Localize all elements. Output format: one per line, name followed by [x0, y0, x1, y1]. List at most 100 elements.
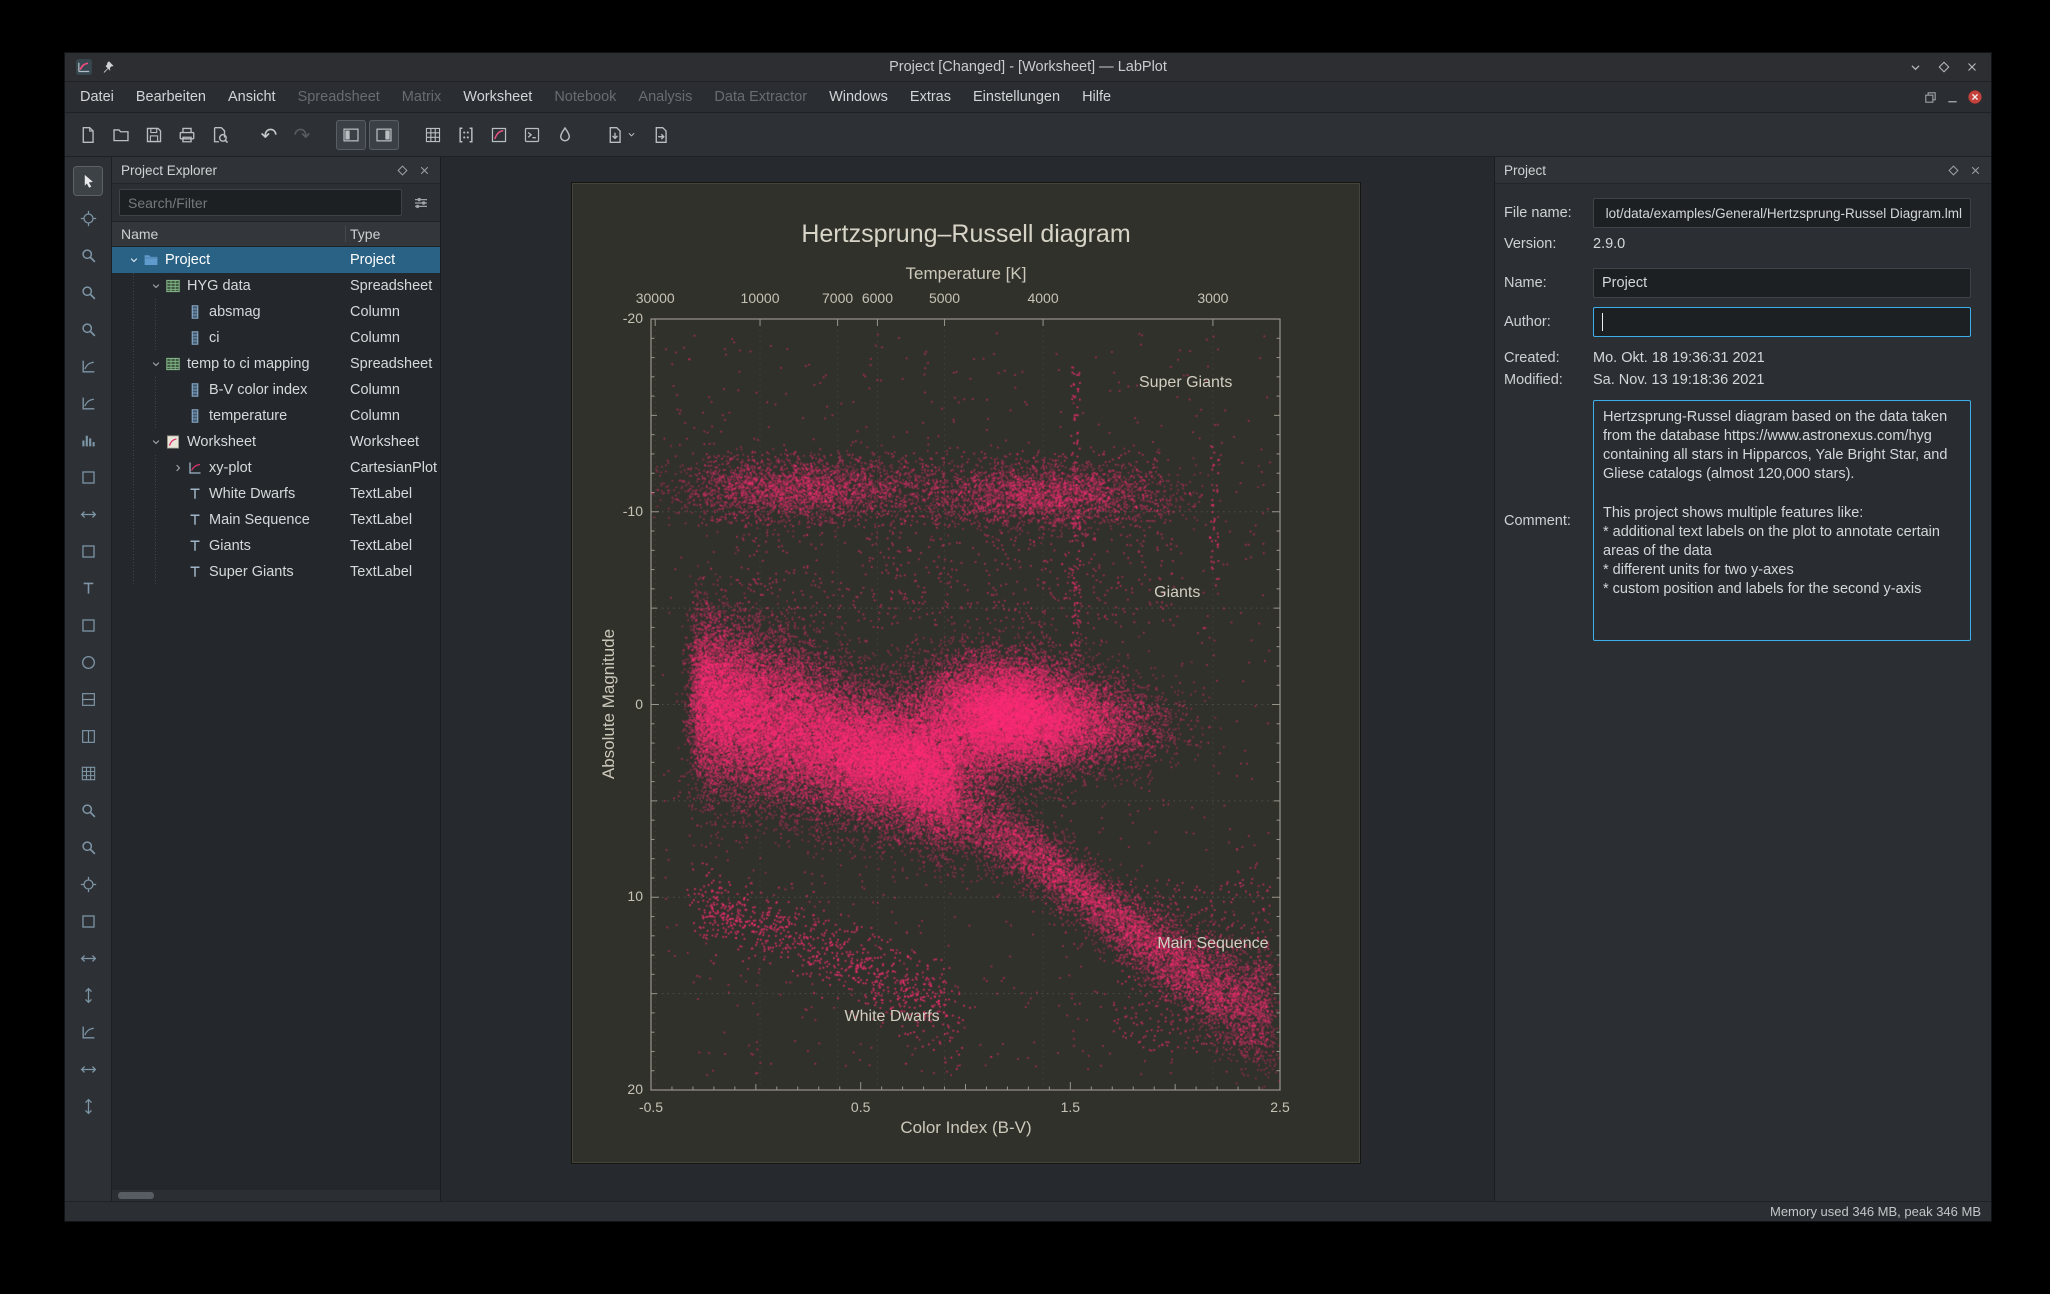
- toolbar-redo[interactable]: ↷: [287, 120, 317, 150]
- tool-add-legend-tool[interactable]: [74, 537, 102, 565]
- tool-add-curve-tool[interactable]: [74, 352, 102, 380]
- tree-row-ci[interactable]: ciColumn: [112, 325, 440, 351]
- explorer-horizontal-scrollbar[interactable]: [112, 1190, 440, 1201]
- expand-chevron[interactable]: [147, 434, 164, 451]
- menu-analysis: Analysis: [627, 82, 703, 112]
- tree-row-b-v-color-index[interactable]: B-V color indexColumn: [112, 377, 440, 403]
- expand-chevron[interactable]: [169, 460, 186, 477]
- menu-bearbeiten[interactable]: Bearbeiten: [125, 82, 217, 112]
- tool-zoom-fit-height-tool[interactable]: [74, 981, 102, 1009]
- expand-chevron[interactable]: [125, 252, 142, 269]
- properties-close-button[interactable]: [1969, 164, 1982, 177]
- tree-row-main-sequence[interactable]: Main SequenceTextLabel: [112, 507, 440, 533]
- tool-add-info-element-tool[interactable]: [74, 648, 102, 676]
- tree-row-temperature[interactable]: temperatureColumn: [112, 403, 440, 429]
- tool-zoom-out-tool[interactable]: [74, 833, 102, 861]
- menu-datei[interactable]: Datei: [69, 82, 125, 112]
- menu-ansicht[interactable]: Ansicht: [217, 82, 287, 112]
- tree-guide: [133, 455, 134, 481]
- tree-header[interactable]: Name Type: [112, 221, 440, 247]
- tool-zoom-fit-page-tool[interactable]: [74, 907, 102, 935]
- tool-add-equation-curve-tool[interactable]: [74, 389, 102, 417]
- expand-chevron[interactable]: [147, 278, 164, 295]
- comment-box[interactable]: Hertzsprung-Russel diagram based on the …: [1593, 400, 1971, 641]
- properties-float-button[interactable]: [1947, 164, 1960, 177]
- project-explorer-close-button[interactable]: [418, 164, 431, 177]
- window-maximize-button[interactable]: [1937, 60, 1951, 74]
- filter-options-icon[interactable]: [408, 190, 434, 216]
- worksheet-page[interactable]: Hertzsprung–Russell diagramTemperature […: [572, 183, 1360, 1163]
- menu-extras[interactable]: Extras: [899, 82, 962, 112]
- tree-row-absmag[interactable]: absmagColumn: [112, 299, 440, 325]
- file-name-input[interactable]: lot/data/examples/General/Hertzsprung-Ru…: [1593, 198, 1971, 228]
- scatter-canvas[interactable]: [651, 319, 1280, 1090]
- tree-row-giants[interactable]: GiantsTextLabel: [112, 533, 440, 559]
- plot-annotation-main-sequence[interactable]: Main Sequence: [1157, 935, 1268, 953]
- toolbar-print-preview[interactable]: [205, 120, 235, 150]
- tool-add-image-tool[interactable]: [74, 611, 102, 639]
- toolbar-open-project[interactable]: [106, 120, 136, 150]
- tool-horizontal-layout-tool[interactable]: [74, 722, 102, 750]
- window-shade-button[interactable]: [1908, 60, 1923, 75]
- search-input[interactable]: [119, 189, 402, 216]
- mdi-close-button[interactable]: [1967, 89, 1983, 105]
- tree-row-white-dwarfs[interactable]: White DwarfsTextLabel: [112, 481, 440, 507]
- expand-chevron[interactable]: [147, 356, 164, 373]
- toolbar-new-notebook[interactable]: [517, 120, 547, 150]
- tool-zoom-y-select-tool[interactable]: [74, 315, 102, 343]
- toolbar-undo[interactable]: ↶: [254, 120, 284, 150]
- scrollbar-thumb[interactable]: [118, 1192, 154, 1199]
- toolbar-print[interactable]: [172, 120, 202, 150]
- tree-row-worksheet[interactable]: WorksheetWorksheet: [112, 429, 440, 455]
- tool-add-histogram-tool[interactable]: [74, 426, 102, 454]
- tree-row-temp-to-ci-mapping[interactable]: temp to ci mappingSpreadsheet: [112, 351, 440, 377]
- mdi-restore-button[interactable]: [1923, 90, 1938, 105]
- toolbar-new-spreadsheet[interactable]: [418, 120, 448, 150]
- tool-add-text-label-tool[interactable]: [74, 574, 102, 602]
- menu-hilfe[interactable]: Hilfe: [1071, 82, 1122, 112]
- author-input[interactable]: [1593, 307, 1971, 337]
- toolbar-toggle-properties-explorer[interactable]: [369, 120, 399, 150]
- file-name-value: lot/data/examples/General/Hertzsprung-Ru…: [1606, 206, 1962, 221]
- mdi-minimize-button[interactable]: [1945, 90, 1960, 105]
- toolbar-new-matrix[interactable]: [451, 120, 481, 150]
- tool-shift-x-tool[interactable]: [74, 1055, 102, 1083]
- tool-zoom-fit-width-tool[interactable]: [74, 944, 102, 972]
- window-close-button[interactable]: [1965, 60, 1979, 74]
- column-header-name[interactable]: Name: [112, 226, 158, 242]
- tree-row-super-giants[interactable]: Super GiantsTextLabel: [112, 559, 440, 585]
- tool-vertical-layout-tool[interactable]: [74, 685, 102, 713]
- tree-row-project[interactable]: ProjectProject: [112, 247, 440, 273]
- toolbar-save-project[interactable]: [139, 120, 169, 150]
- plot-annotation-white-dwarfs[interactable]: White Dwarfs: [845, 1008, 940, 1026]
- tree-row-hyg-data[interactable]: HYG dataSpreadsheet: [112, 273, 440, 299]
- tool-zoom-select-tool[interactable]: [74, 241, 102, 269]
- project-explorer-float-button[interactable]: [396, 164, 409, 177]
- tool-auto-scale-tool[interactable]: [74, 1018, 102, 1046]
- tool-shift-y-tool[interactable]: [74, 1092, 102, 1120]
- toolbar-export-data[interactable]: [646, 120, 676, 150]
- toolbar-new-project[interactable]: [73, 120, 103, 150]
- tool-crosshair-cursor-tool[interactable]: [74, 204, 102, 232]
- menu-worksheet[interactable]: Worksheet: [452, 82, 543, 112]
- name-input[interactable]: Project: [1593, 268, 1971, 298]
- toolbar-new-worksheet[interactable]: [484, 120, 514, 150]
- tool-zoom-origin-tool[interactable]: [74, 870, 102, 898]
- menu-windows[interactable]: Windows: [818, 82, 899, 112]
- toolbar-toggle-project-explorer[interactable]: [336, 120, 366, 150]
- titlebar[interactable]: Project [Changed] - [Worksheet] — LabPlo…: [65, 53, 1991, 82]
- column-header-type[interactable]: Type: [350, 226, 380, 242]
- plot-annotation-super-giants[interactable]: Super Giants: [1139, 374, 1232, 392]
- tool-zoom-in-tool[interactable]: [74, 796, 102, 824]
- menu-einstellungen[interactable]: Einstellungen: [962, 82, 1071, 112]
- tool-add-boxplot-tool[interactable]: [74, 463, 102, 491]
- plot-annotation-giants[interactable]: Giants: [1154, 584, 1200, 602]
- tree-row-xy-plot[interactable]: xy-plotCartesianPlot: [112, 455, 440, 481]
- toolbar-import-data[interactable]: [599, 120, 643, 150]
- tool-zoom-x-select-tool[interactable]: [74, 278, 102, 306]
- tool-grid-layout-tool[interactable]: [74, 759, 102, 787]
- toolbar-color-maps[interactable]: [550, 120, 580, 150]
- tool-add-axis-tool[interactable]: [74, 500, 102, 528]
- tool-select-tool[interactable]: [74, 167, 102, 195]
- pin-icon[interactable]: [101, 60, 115, 74]
